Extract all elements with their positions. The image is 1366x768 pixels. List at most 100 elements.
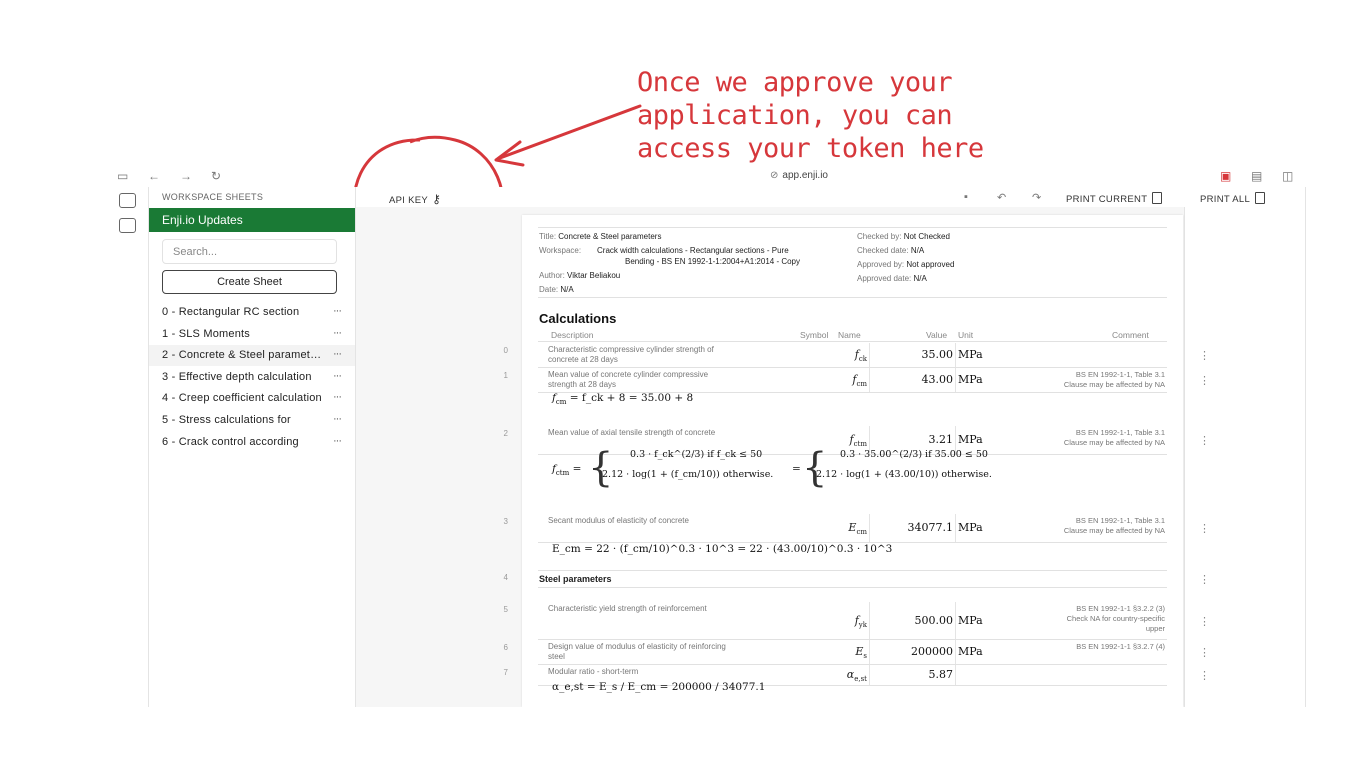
symbol-subscript: e,st — [854, 675, 867, 684]
row-comment-1: BS EN 1992-1-1, Table 3.1 — [1075, 428, 1165, 437]
address-bar[interactable]: ⊘ app.enji.io — [770, 170, 828, 181]
col-value: Value — [926, 330, 948, 340]
workspace-value-1: Crack width calculations - Rectangular s… — [597, 246, 789, 255]
row-symbol: fcm — [782, 373, 867, 388]
more-options-icon[interactable]: ··· — [333, 391, 342, 403]
row-value: 5.87 — [928, 668, 954, 681]
column-divider — [955, 665, 956, 685]
redo-icon[interactable]: ↷ — [1032, 191, 1041, 204]
row-value: 200000 — [911, 645, 953, 658]
formula-fctm-d: 2.12 · log(1 + (43.00/10)) otherwise. — [816, 469, 992, 480]
grid-icon[interactable] — [119, 193, 136, 208]
row-description-1: Secant modulus of elasticity of concrete — [548, 516, 689, 525]
workspace-value-2: Bending - BS EN 1992-1-1:2004+A1:2014 - … — [625, 257, 801, 266]
sheet-item-label: 5 - Stress calculations for — [162, 414, 291, 426]
row-value: 3.21 — [928, 433, 954, 446]
sidebar-toggle-icon[interactable]: ▭ — [117, 169, 128, 183]
create-sheet-button[interactable]: Create Sheet — [162, 270, 337, 294]
back-arrow-icon[interactable]: ← — [148, 169, 160, 183]
row-comment-2: Check NA for country-specific — [1066, 614, 1165, 623]
divider — [538, 587, 1167, 588]
formula-fctm-c: 0.3 · 35.00^(2/3) if 35.00 ≤ 50 — [840, 449, 988, 460]
row-value: 43.00 — [921, 373, 954, 386]
row-number: 7 — [503, 668, 508, 677]
forward-arrow-icon[interactable]: → — [180, 169, 192, 183]
meta-checked-date: Checked date: N/A — [857, 246, 924, 255]
more-options-icon[interactable]: ··· — [333, 305, 342, 317]
row-menu-icon[interactable]: ⋮ — [1199, 349, 1210, 362]
sheet-item[interactable]: 6 - Crack control according ··· — [149, 432, 356, 453]
search-input[interactable] — [162, 239, 337, 264]
date-value: N/A — [560, 285, 574, 294]
sheet-item[interactable]: 0 - Rectangular RC section ··· — [149, 302, 356, 323]
checked-by-label: Checked by: — [857, 232, 902, 241]
row-unit: MPa — [958, 373, 983, 386]
split-view-icon[interactable]: ◫ — [1282, 169, 1293, 183]
sheet-item[interactable]: 1 - SLS Moments ··· — [149, 324, 356, 345]
more-options-icon[interactable]: ··· — [333, 348, 342, 360]
main-area: API KEY ⚷ ▪ ↶ ↷ PRINT CURRENT PRINT ALL 0… — [355, 187, 1306, 707]
formula-fctm-b: 2.12 · log(1 + (f_cm/10)) otherwise. — [602, 469, 774, 480]
row-value: 500.00 — [914, 613, 954, 627]
row-menu-icon[interactable]: ⋮ — [1199, 646, 1210, 659]
col-description: Description — [551, 330, 594, 340]
row-description-1: Characteristic yield strength of reinfor… — [548, 604, 707, 613]
print-all-button[interactable]: PRINT ALL — [1200, 192, 1266, 205]
row-divider — [538, 367, 1167, 368]
more-options-icon[interactable]: ··· — [333, 435, 342, 447]
print-current-label: PRINT CURRENT — [1066, 194, 1148, 205]
column-divider — [869, 514, 870, 542]
checked-date-value: N/A — [910, 246, 925, 255]
sheet-item[interactable]: 3 - Effective depth calculation ··· — [149, 367, 356, 388]
more-options-icon[interactable]: ··· — [333, 370, 342, 382]
sidebar-title: WORKSPACE SHEETS — [162, 192, 264, 202]
row-number: 2 — [503, 429, 508, 438]
api-key-button[interactable]: API KEY ⚷ — [389, 192, 441, 206]
meta-date: Date: N/A — [539, 285, 574, 294]
sheet-item[interactable]: 2 - Concrete & Steel parameters ··· — [149, 345, 356, 367]
row-menu-icon[interactable]: ⋮ — [1199, 615, 1210, 628]
row-symbol: Es — [782, 645, 867, 660]
row-number: 3 — [503, 517, 508, 526]
pocket-icon[interactable]: ▣ — [1220, 169, 1231, 183]
sheet-item[interactable]: 4 - Creep coefficient calculation ··· — [149, 388, 356, 409]
sheet-item-label: 0 - Rectangular RC section — [162, 306, 300, 318]
sheet-item[interactable]: 5 - Stress calculations for ··· — [149, 410, 356, 431]
row-divider — [538, 639, 1167, 640]
reload-icon[interactable]: ↻ — [211, 169, 221, 183]
print-current-button[interactable]: PRINT CURRENT — [1066, 192, 1163, 205]
annotation-line-3: access your token here — [637, 133, 984, 164]
meta-checked-by: Checked by: Not Checked — [857, 232, 950, 241]
save-icon[interactable]: ▪ — [964, 191, 968, 203]
row-divider — [538, 664, 1167, 665]
column-divider — [869, 640, 870, 664]
row-unit: MPa — [958, 348, 983, 361]
row-menu-icon[interactable]: ⋮ — [1199, 522, 1210, 535]
author-value: Viktar Beliakou — [567, 271, 621, 280]
meta-workspace-1: Crack width calculations - Rectangular s… — [597, 246, 789, 255]
row-comment-1: BS EN 1992-1-1 §3.2.2 (3) — [1076, 604, 1165, 613]
divider — [538, 570, 1167, 571]
row-unit: MPa — [958, 521, 983, 534]
collapse-panel-icon[interactable] — [119, 218, 136, 233]
symbol-subscript: cm — [856, 528, 867, 537]
col-symbol: Symbol — [800, 330, 829, 340]
document-page: Title: Concrete & Steel parameters Works… — [522, 215, 1183, 707]
formula-ecm: E_cm = 22 · (f_cm/10)^0.3 · 10^3 = 22 · … — [552, 543, 893, 555]
undo-icon[interactable]: ↶ — [997, 191, 1006, 204]
row-menu-icon[interactable]: ⋮ — [1199, 374, 1210, 387]
row-description-1: Design value of modulus of elasticity of… — [548, 642, 726, 651]
row-menu-icon[interactable]: ⋮ — [1199, 669, 1210, 682]
updates-link[interactable]: Enji.io Updates — [149, 208, 356, 232]
row-menu-icon[interactable]: ⋮ — [1199, 573, 1210, 586]
annotation-text: Once we approve your application, you ca… — [637, 66, 1037, 165]
more-options-icon[interactable]: ··· — [333, 413, 342, 425]
document-icon — [1152, 192, 1163, 204]
row-number: 6 — [503, 643, 508, 652]
more-options-icon[interactable]: ··· — [333, 327, 342, 339]
row-menu-icon[interactable]: ⋮ — [1199, 434, 1210, 447]
sheet-item-label: 1 - SLS Moments — [162, 327, 250, 340]
reader-icon[interactable]: ▤ — [1251, 169, 1262, 183]
document-icon — [1255, 192, 1266, 204]
print-all-label: PRINT ALL — [1200, 194, 1251, 205]
